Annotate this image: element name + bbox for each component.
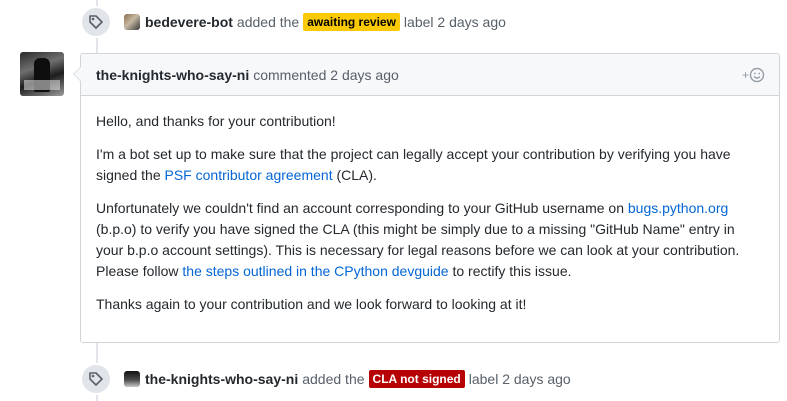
- comment-paragraph: I'm a bot set up to make sure that the p…: [96, 146, 731, 183]
- label-badge[interactable]: CLA not signed: [368, 370, 465, 388]
- comment-header: the-knights-who-say-ni commented 2 days …: [81, 54, 779, 96]
- label-badge[interactable]: awaiting review: [303, 13, 400, 31]
- tag-icon: [80, 6, 112, 38]
- label-event-cla-not-signed: the-knights-who-say-ni added the CLA not…: [80, 363, 571, 395]
- event-author-link[interactable]: the-knights-who-say-ni: [145, 371, 298, 387]
- event-time-text[interactable]: label 2 days ago: [404, 14, 506, 30]
- psf-agreement-link[interactable]: PSF contributor agreement: [165, 167, 333, 183]
- bpo-link[interactable]: bugs.python.org: [628, 200, 728, 216]
- plus-icon: +: [741, 68, 749, 82]
- avatar[interactable]: [124, 371, 140, 387]
- comment-box: the-knights-who-say-ni commented 2 days …: [73, 53, 780, 343]
- comment-paragraph: Hello, and thanks for your contribution!: [96, 113, 336, 129]
- comment-author-link[interactable]: the-knights-who-say-ni: [96, 67, 249, 83]
- event-author-link[interactable]: bedevere-bot: [145, 14, 233, 30]
- event-action-text: added the: [302, 371, 365, 387]
- commenter-avatar[interactable]: [20, 52, 64, 96]
- event-time-text[interactable]: label 2 days ago: [469, 371, 571, 387]
- event-action-text: added the: [236, 14, 300, 30]
- label-event-awaiting-review: bedevere-bot added the awaiting review l…: [80, 6, 506, 38]
- devguide-link[interactable]: the steps outlined in the CPython devgui…: [182, 263, 448, 279]
- add-reaction-button[interactable]: +: [742, 67, 765, 83]
- comment-paragraph: Thanks again to your contribution and we…: [96, 296, 527, 312]
- smiley-icon: [749, 67, 765, 83]
- comment-timestamp[interactable]: commented 2 days ago: [253, 67, 399, 83]
- avatar[interactable]: [124, 14, 140, 30]
- comment-paragraph: Unfortunately we couldn't find an accoun…: [96, 200, 740, 279]
- comment-body: Hello, and thanks for your contribution!…: [81, 96, 779, 315]
- tag-icon: [80, 363, 112, 395]
